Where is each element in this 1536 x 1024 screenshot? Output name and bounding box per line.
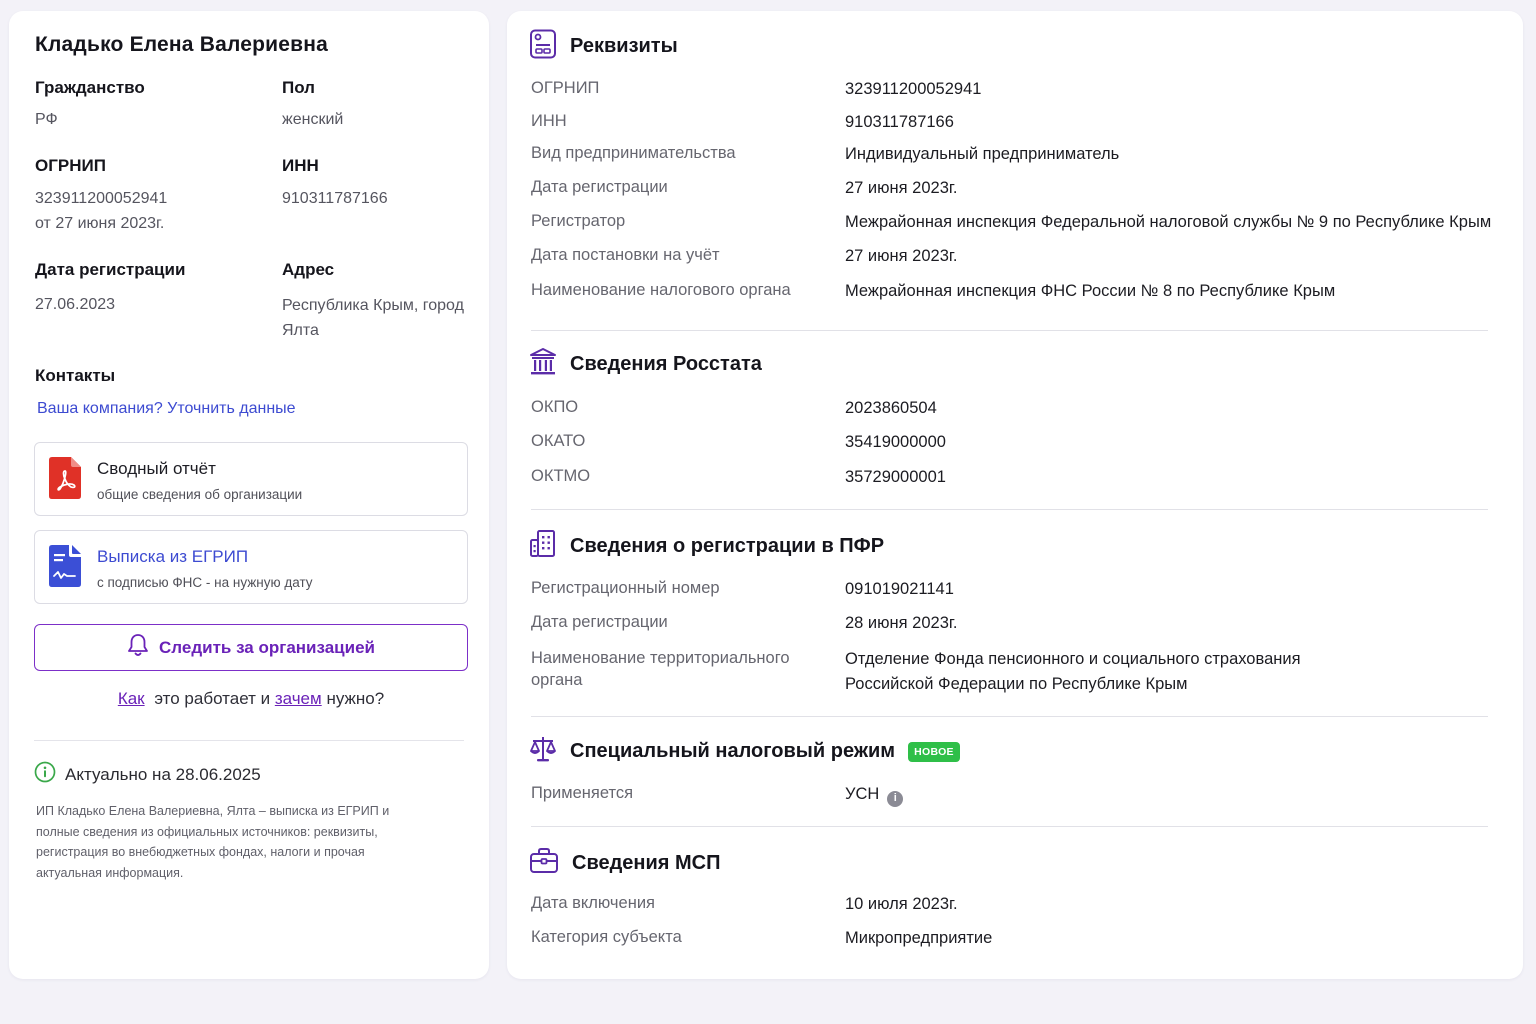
- new-badge: НОВОЕ: [908, 741, 960, 762]
- msp-row-label: Категория субъекта: [531, 928, 682, 946]
- requisites-row-value: Межрайонная инспекция ФНС России № 8 по …: [845, 282, 1336, 300]
- rosstat-row-value: 2023860504: [845, 399, 937, 417]
- pfr-row-value: 091019021141: [845, 580, 954, 598]
- summary-report-button[interactable]: Сводный отчёт общие сведения об организа…: [34, 442, 468, 516]
- requisites-icon: [529, 29, 557, 64]
- msp-row-value: Микропредприятие: [845, 929, 993, 947]
- why-end-text: нужно?: [326, 689, 385, 708]
- actual-date-row: Актуально на 28.06.2025: [34, 761, 261, 788]
- address-line-1: Республика Крым, город: [282, 297, 464, 314]
- clarify-data-link[interactable]: Ваша компания? Уточнить данные: [37, 400, 296, 418]
- section-divider: [531, 716, 1488, 717]
- tax-row-value: УСН i: [845, 782, 904, 807]
- requisites-header: Реквизиты: [529, 29, 678, 64]
- pfr-org-label-line-1: Наименование территориального: [531, 649, 790, 667]
- citizenship-value: РФ: [35, 111, 58, 128]
- requisites-row-label: ИНН: [531, 112, 567, 130]
- rosstat-row-label: ОКАТО: [531, 432, 586, 450]
- bell-icon: [127, 633, 149, 662]
- tax-row-label: Применяется: [531, 784, 634, 802]
- how-link[interactable]: Как: [118, 689, 145, 708]
- msp-header: Сведения МСП: [529, 846, 721, 881]
- gender-value: женский: [282, 111, 344, 128]
- pfr-org-label-line-2: органа: [531, 671, 583, 689]
- requisites-row-value: 27 июня 2023г.: [845, 179, 958, 197]
- requisites-row-value: Межрайонная инспекция Федеральной налого…: [845, 213, 1492, 231]
- requisites-row-label: Дата регистрации: [531, 178, 668, 196]
- summary-report-subtitle: общие сведения об организации: [97, 487, 303, 502]
- rosstat-row-label: ОКТМО: [531, 467, 591, 485]
- company-summary-card: Кладько Елена Валериевна Гражданство РФ …: [9, 11, 489, 979]
- requisites-row-label: Дата постановки на учёт: [531, 246, 720, 264]
- pdf-icon: [49, 457, 81, 504]
- pfr-row-value: Отделение Фонда пенсионного и социальног…: [845, 647, 1301, 697]
- page-description: ИП Кладько Елена Валериевна, Ялта – выпи…: [36, 804, 390, 880]
- pfr-row-value: 28 июня 2023г.: [845, 614, 958, 632]
- pfr-row-label: Дата регистрации: [531, 613, 668, 631]
- requisites-row-label: ОГРНИП: [531, 79, 600, 97]
- rosstat-row-value: 35729000001: [845, 468, 946, 486]
- rosstat-header: Сведения Росстата: [529, 347, 762, 382]
- rosstat-row-label: ОКПО: [531, 398, 579, 416]
- msp-row-value: 10 июля 2023г.: [845, 895, 958, 913]
- msp-title: Сведения МСП: [572, 852, 721, 874]
- requisites-row-value: 27 июня 2023г.: [845, 247, 958, 265]
- follow-organization-button[interactable]: Следить за организацией: [34, 624, 468, 671]
- how-mid-text: это работает и: [154, 689, 271, 708]
- requisites-row-value: 910311787166: [845, 113, 954, 131]
- gender-label: Пол: [282, 78, 315, 97]
- registration-date-label: Дата регистрации: [35, 260, 186, 279]
- pfr-header: Сведения о регистрации в ПФР: [529, 529, 884, 564]
- msp-row-label: Дата включения: [531, 894, 655, 912]
- registration-date-value: 27.06.2023: [35, 296, 116, 313]
- ogrnip-value: 323911200052941: [35, 190, 168, 207]
- office-building-icon: [529, 529, 557, 564]
- egrip-extract-title: Выписка из ЕГРИП: [97, 547, 249, 566]
- requisites-row-value: 323911200052941: [845, 80, 982, 98]
- pfr-org-value-line-2: Российской Федерации по Республике Крым: [845, 675, 1188, 693]
- requisites-row-label: Вид предпринимательства: [531, 144, 736, 162]
- tax-title: Специальный налоговый режим: [570, 740, 896, 762]
- requisites-title: Реквизиты: [570, 35, 678, 57]
- tax-regime-value: УСН: [845, 785, 880, 803]
- egrip-extract-button[interactable]: Выписка из ЕГРИП с подписью ФНС - на нуж…: [34, 530, 468, 604]
- page-title: Кладько Елена Валериевна: [35, 33, 328, 56]
- info-icon[interactable]: i: [887, 790, 904, 807]
- how-it-works-line: Как это работает и зачем нужно?: [34, 689, 468, 709]
- address-label: Адрес: [282, 260, 335, 279]
- ogrnip-date: от 27 июня 2023г.: [35, 215, 165, 232]
- why-link[interactable]: зачем: [275, 689, 322, 708]
- pfr-row-label: Регистрационный номер: [531, 579, 720, 597]
- egrip-extract-subtitle: с подписью ФНС - на нужную дату: [97, 575, 313, 590]
- details-card: Реквизиты ОГРНИП 323911200052941 ИНН 910…: [507, 11, 1523, 979]
- inn-value: 910311787166: [282, 190, 388, 207]
- scales-icon: [529, 734, 557, 769]
- rosstat-title: Сведения Росстата: [570, 353, 762, 375]
- inn-label: ИНН: [282, 156, 319, 175]
- address-line-2: Ялта: [282, 322, 319, 339]
- follow-organization-label: Следить за организацией: [159, 637, 375, 657]
- summary-report-title: Сводный отчёт: [97, 459, 216, 478]
- briefcase-icon: [529, 846, 559, 881]
- info-circle-icon: [34, 761, 56, 788]
- tax-header: Специальный налоговый режим НОВОЕ: [529, 734, 960, 769]
- requisites-row-label: Регистратор: [531, 212, 626, 230]
- pfr-row-label: Наименование территориального органа: [531, 647, 811, 691]
- rosstat-row-value: 35419000000: [845, 433, 946, 451]
- section-divider: [531, 826, 1488, 827]
- divider: [34, 740, 464, 741]
- citizenship-label: Гражданство: [35, 78, 145, 97]
- bank-building-icon: [529, 347, 557, 382]
- section-divider: [531, 509, 1488, 510]
- section-divider: [531, 330, 1488, 331]
- pfr-org-value-line-1: Отделение Фонда пенсионного и социальног…: [845, 650, 1301, 668]
- ogrnip-label: ОГРНИП: [35, 156, 106, 175]
- signed-document-icon: [49, 545, 81, 592]
- pfr-title: Сведения о регистрации в ПФР: [570, 535, 885, 557]
- actual-date-label: Актуально на 28.06.2025: [65, 764, 261, 784]
- requisites-row-value: Индивидуальный предприниматель: [845, 145, 1120, 163]
- requisites-row-label: Наименование налогового органа: [531, 281, 791, 299]
- contacts-title: Контакты: [35, 366, 116, 385]
